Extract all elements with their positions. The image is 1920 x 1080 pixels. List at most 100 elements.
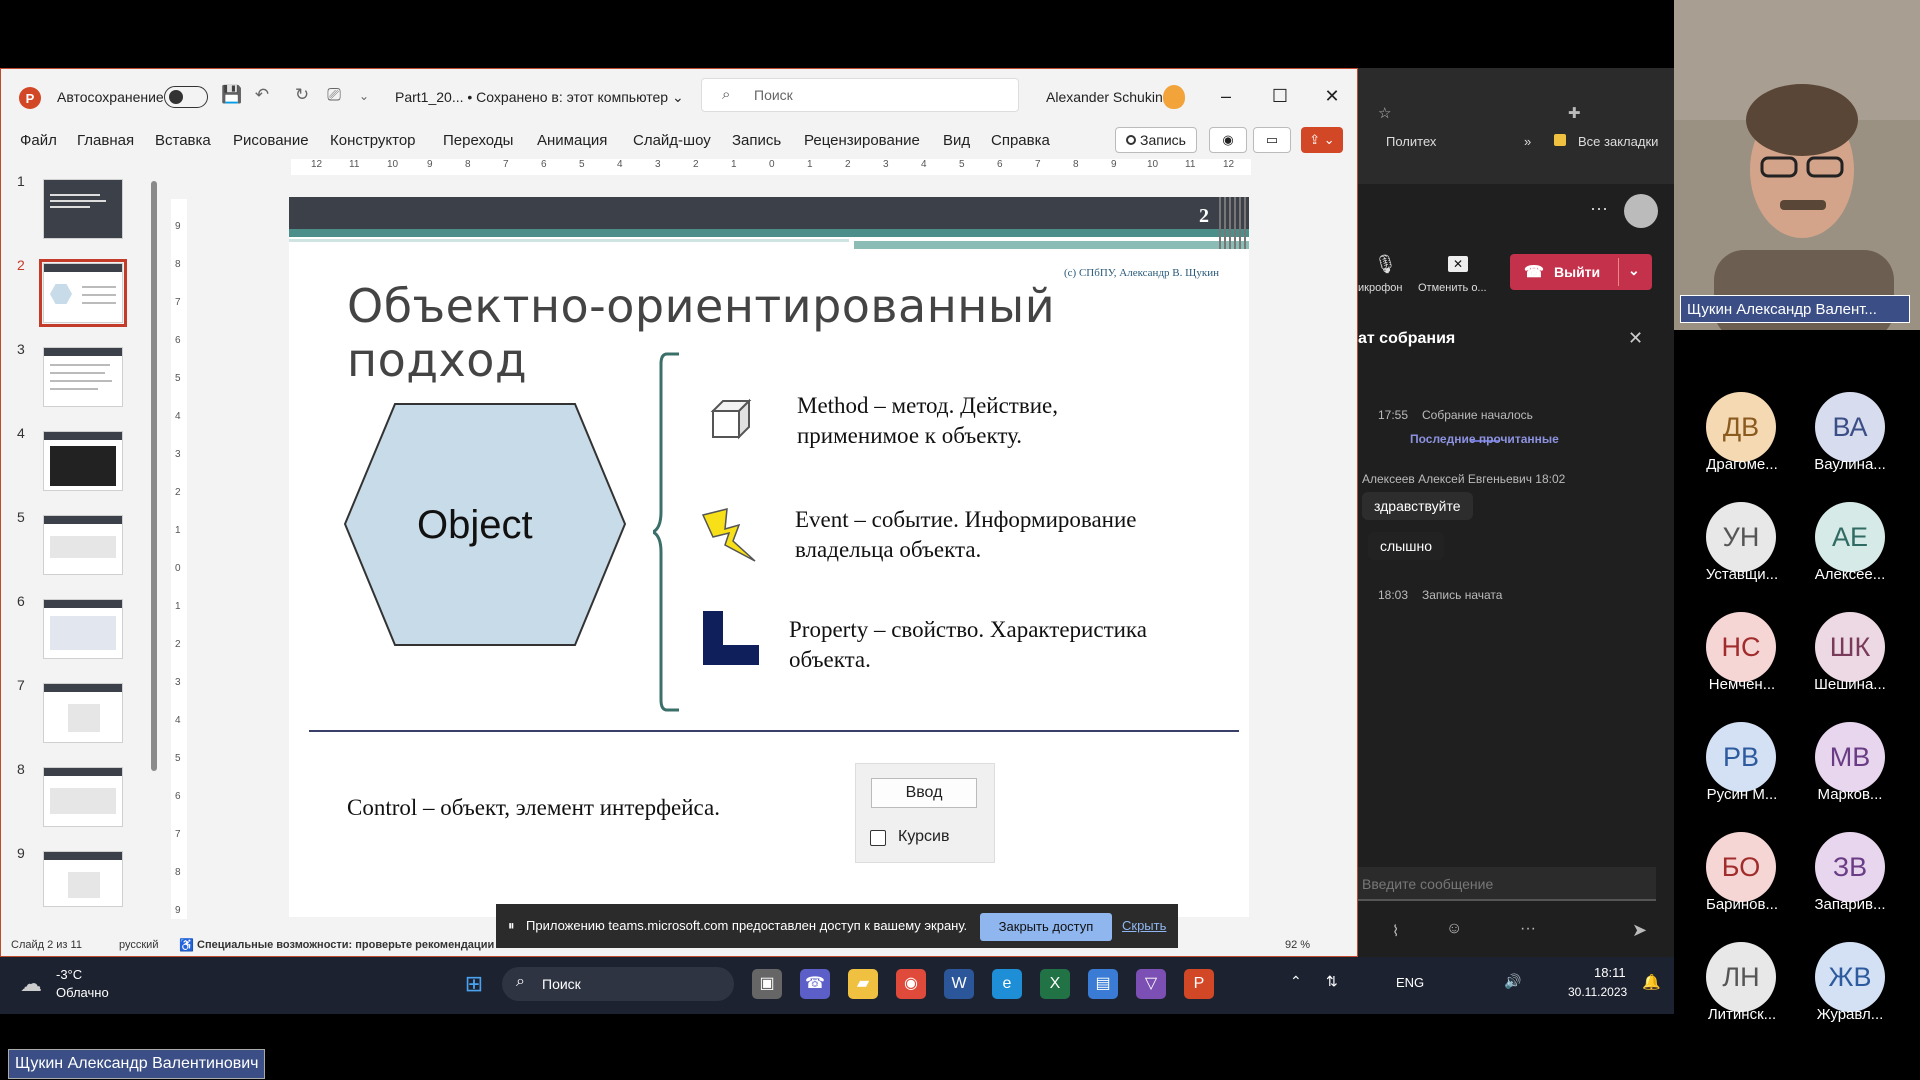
send-icon[interactable]: ➤ [1632, 920, 1647, 941]
chrome-icon[interactable]: ◉ [896, 969, 926, 999]
extensions-icon[interactable]: ✚ [1568, 104, 1581, 122]
slide-canvas[interactable]: 2 (c) СПбПУ, Александр В. Щукин Объектно… [289, 197, 1249, 917]
weather-temp[interactable]: -3°C [56, 967, 82, 982]
chevron-down-icon[interactable]: ⌄ [1628, 262, 1640, 279]
star-icon[interactable]: ☆ [1378, 104, 1391, 122]
user-avatar[interactable] [1163, 85, 1185, 109]
autosave-toggle[interactable] [164, 86, 208, 108]
slide-thumbnail-6[interactable] [43, 599, 123, 659]
status-language[interactable]: русский [119, 939, 158, 951]
camera-button[interactable]: ◉ [1209, 127, 1247, 153]
notification-icon[interactable]: 🔔 [1642, 973, 1661, 991]
cancel-icon[interactable]: ✕ [1448, 256, 1468, 272]
chevron-up-icon[interactable]: ⌃ [1290, 973, 1302, 990]
explorer-icon[interactable]: ▰ [848, 969, 878, 999]
menu-help[interactable]: Справка [991, 132, 1050, 149]
participant-tile[interactable]: УН [1706, 502, 1776, 572]
more-options-icon[interactable]: ··· [1520, 920, 1536, 938]
network-icon[interactable]: ⇅ [1326, 973, 1338, 990]
slide-thumbnail-8[interactable] [43, 767, 123, 827]
menu-slideshow[interactable]: Слайд-шоу [633, 132, 711, 149]
stop-sharing-button[interactable]: Закрыть доступ [980, 913, 1112, 941]
emoji-icon[interactable]: ☺ [1446, 920, 1462, 938]
bookmarks-overflow-icon[interactable]: » [1524, 134, 1531, 149]
participant-tile[interactable]: БО [1706, 832, 1776, 902]
participant-tile[interactable]: АЕ [1815, 502, 1885, 572]
edge-icon[interactable]: e [992, 969, 1022, 999]
participant-tile[interactable]: ЖВ [1815, 942, 1885, 1012]
menu-insert[interactable]: Вставка [155, 132, 211, 149]
document-title[interactable]: Part1_20... • Сохранено в: этот компьюте… [395, 89, 684, 106]
participant-tile[interactable]: ЛН [1706, 942, 1776, 1012]
clock-date[interactable]: 30.11.2023 [1568, 985, 1627, 999]
menu-file[interactable]: Файл [20, 132, 57, 149]
chat-input[interactable]: Введите сообщение [1358, 867, 1656, 901]
task-view-icon[interactable]: ▣ [752, 969, 782, 999]
menu-home[interactable]: Главная [77, 132, 134, 149]
slide-thumbnail-7[interactable] [43, 683, 123, 743]
slide-thumbnail-5[interactable] [43, 515, 123, 575]
menu-view[interactable]: Вид [943, 132, 970, 149]
maximize-icon[interactable]: ☐ [1257, 81, 1303, 111]
slide-thumbnail-2[interactable] [39, 259, 127, 327]
leave-button[interactable]: ☎ Выйти ⌄ [1510, 254, 1652, 290]
menu-transitions[interactable]: Переходы [443, 132, 513, 149]
redo-icon[interactable]: ↻ [291, 85, 313, 105]
bookmark-all[interactable]: Все закладки [1578, 134, 1658, 149]
chat-message[interactable]: слышно [1368, 532, 1444, 560]
share-button[interactable]: ⇪ ⌄ [1301, 127, 1343, 153]
more-icon[interactable]: ··· [1590, 198, 1608, 219]
taskbar-search[interactable]: ⌕ Поиск [502, 967, 734, 1001]
weather-icon[interactable]: ☁ [20, 971, 42, 997]
word-icon[interactable]: W [944, 969, 974, 999]
participant-tile[interactable]: МВ [1815, 722, 1885, 792]
slide-thumbnail-3[interactable] [43, 347, 123, 407]
participant-tile[interactable]: ВА [1815, 392, 1885, 462]
status-slide[interactable]: Слайд 2 из 11 [11, 939, 82, 951]
participant-tile[interactable]: НС [1706, 612, 1776, 682]
status-accessibility[interactable]: Специальные возможности: проверьте реком… [197, 939, 494, 951]
slide-thumbnail-9[interactable] [43, 851, 123, 907]
hide-banner-link[interactable]: Скрыть [1122, 918, 1166, 933]
chat-message[interactable]: здравствуйте [1362, 492, 1473, 520]
comments-button[interactable]: ▭ [1253, 127, 1291, 153]
slide-thumbnail-1[interactable] [43, 179, 123, 239]
thumbnails-scrollbar[interactable] [151, 161, 159, 791]
save-icon[interactable]: 💾 [221, 85, 243, 105]
windows-start-icon[interactable]: ⊞ [459, 969, 489, 999]
profile-avatar[interactable] [1624, 194, 1658, 228]
participant-tile[interactable]: ЗВ [1815, 832, 1885, 902]
minimize-icon[interactable]: – [1203, 81, 1249, 111]
user-name[interactable]: Alexander Schukin [1046, 89, 1163, 105]
slide-thumbnail-4[interactable] [43, 431, 123, 491]
powerpoint-icon[interactable]: P [1184, 969, 1214, 999]
zoom-level[interactable]: 92 % [1285, 939, 1310, 951]
participant-tile[interactable]: РВ [1706, 722, 1776, 792]
customize-qat-icon[interactable]: ⌄ [353, 89, 375, 103]
volume-icon[interactable]: 🔊 [1504, 973, 1521, 990]
present-icon[interactable]: ⎚ [323, 85, 345, 105]
menu-record[interactable]: Запись [732, 132, 781, 149]
clock-time[interactable]: 18:11 [1594, 965, 1626, 980]
menu-draw[interactable]: Рисование [233, 132, 309, 149]
participant-tile[interactable]: ДВ [1706, 392, 1776, 462]
notepad-icon[interactable]: ▤ [1088, 969, 1118, 999]
weather-text[interactable]: Облачно [56, 985, 109, 1000]
teams-icon[interactable]: ☎ [800, 969, 830, 999]
menu-review[interactable]: Рецензирование [804, 132, 920, 149]
search-input[interactable]: ⌕ Поиск [701, 78, 1019, 112]
close-icon[interactable]: ✕ [1309, 81, 1355, 111]
demo-input-button[interactable]: Ввод [871, 778, 977, 808]
participant-tile[interactable]: ШК [1815, 612, 1885, 682]
close-chat-icon[interactable]: ✕ [1628, 328, 1643, 349]
menu-animations[interactable]: Анимация [537, 132, 607, 149]
attach-icon[interactable]: ⌇ [1392, 922, 1399, 940]
demo-italic-checkbox[interactable] [870, 830, 886, 846]
record-button[interactable]: Запись [1115, 127, 1197, 153]
menu-design[interactable]: Конструктор [330, 132, 416, 149]
visual-studio-icon[interactable]: ▽ [1136, 969, 1166, 999]
undo-icon[interactable]: ↶ [251, 85, 273, 105]
bookmark-politeh[interactable]: Политех [1386, 134, 1436, 149]
microphone-icon[interactable]: 🎙 [1374, 254, 1397, 275]
excel-icon[interactable]: X [1040, 969, 1070, 999]
